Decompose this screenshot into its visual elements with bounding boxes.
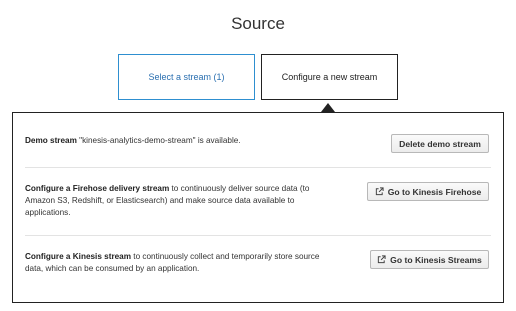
demo-stream-description: Demo stream "kinesis-analytics-demo-stre… (25, 135, 325, 147)
configure-stream-panel: Demo stream "kinesis-analytics-demo-stre… (12, 112, 504, 303)
select-stream-label: Select a stream (1) (148, 72, 225, 82)
page-title: Source (231, 14, 285, 33)
select-stream-tab[interactable]: Select a stream (1) (118, 54, 255, 100)
delete-demo-stream-label: Delete demo stream (399, 138, 481, 149)
row-divider (25, 167, 491, 168)
external-link-icon (375, 187, 384, 196)
demo-stream-title: Demo stream (25, 136, 77, 145)
configure-new-stream-label: Configure a new stream (281, 72, 378, 82)
go-to-kinesis-streams-button[interactable]: Go to Kinesis Streams (370, 250, 489, 269)
configure-new-stream-tab[interactable]: Configure a new stream (261, 54, 398, 100)
go-to-kinesis-firehose-label: Go to Kinesis Firehose (387, 186, 482, 197)
external-link-icon (377, 255, 386, 264)
go-to-kinesis-firehose-button[interactable]: Go to Kinesis Firehose (367, 182, 489, 201)
firehose-description: Configure a Firehose delivery stream to … (25, 183, 325, 219)
delete-demo-stream-button[interactable]: Delete demo stream (391, 134, 489, 153)
demo-stream-text: "kinesis-analytics-demo-stream" is avail… (76, 136, 241, 145)
go-to-kinesis-streams-label: Go to Kinesis Streams (390, 254, 482, 265)
firehose-title: Configure a Firehose delivery stream (25, 184, 170, 193)
kinesis-title: Configure a Kinesis stream (25, 252, 132, 261)
kinesis-description: Configure a Kinesis stream to continuous… (25, 251, 335, 275)
row-divider (25, 235, 491, 236)
active-tab-caret (321, 103, 335, 112)
